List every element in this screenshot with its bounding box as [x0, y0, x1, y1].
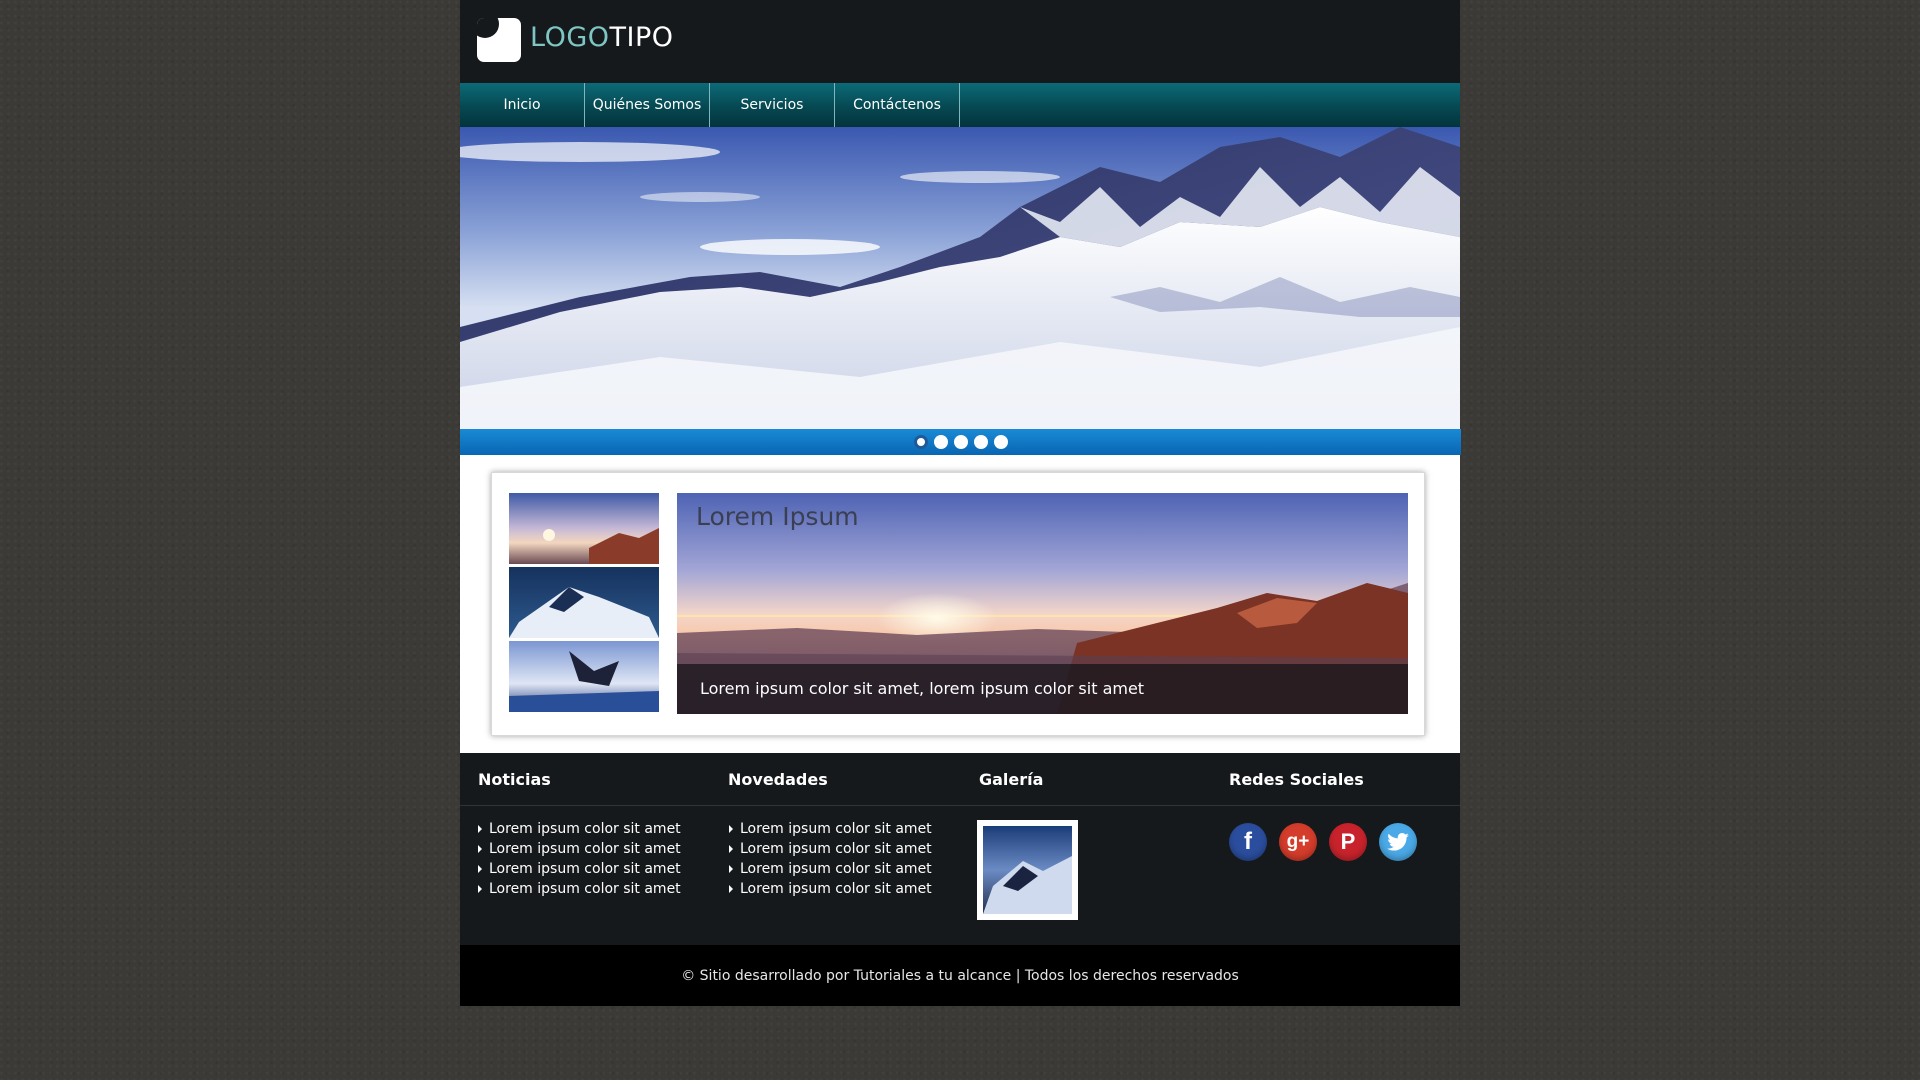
- feature-title: Lorem Ipsum: [696, 502, 859, 531]
- feature-main-image[interactable]: Lorem Ipsum Lorem ipsum color sit amet, …: [677, 493, 1408, 714]
- redes-sociales-title: Redes Sociales: [1229, 770, 1364, 789]
- copyright-bar: © Sitio desarrollado por Tutoriales a tu…: [460, 945, 1460, 1006]
- ice-mountain-thumbnail-image: [509, 567, 659, 638]
- slider-dot-1[interactable]: [914, 435, 928, 449]
- slider-dot-2[interactable]: [934, 435, 948, 449]
- nav-inicio[interactable]: Inicio: [460, 83, 585, 127]
- google-plus-icon[interactable]: g+: [1279, 823, 1317, 861]
- list-item[interactable]: Lorem ipsum color sit amet: [729, 859, 932, 879]
- gallery-thumbnail[interactable]: [977, 820, 1078, 920]
- gallery-image: [983, 826, 1072, 914]
- nav-contactenos[interactable]: Contáctenos: [835, 83, 960, 127]
- feature-card: Lorem Ipsum Lorem ipsum color sit amet, …: [491, 472, 1425, 736]
- bullet-icon: [478, 865, 482, 873]
- novedades-list: Lorem ipsum color sit amet Lorem ipsum c…: [729, 819, 932, 899]
- list-item[interactable]: Lorem ipsum color sit amet: [729, 839, 932, 859]
- list-item[interactable]: Lorem ipsum color sit amet: [478, 879, 681, 899]
- glacier-thumbnail-image: [509, 641, 659, 712]
- bullet-icon: [729, 845, 733, 853]
- slider-dot-5[interactable]: [994, 435, 1008, 449]
- list-item[interactable]: Lorem ipsum color sit amet: [729, 819, 932, 839]
- logo-text-part1: LOGO: [530, 22, 610, 53]
- slider-pagination: [460, 429, 1461, 455]
- footer-divider: [460, 805, 1460, 806]
- slider-dot-3[interactable]: [954, 435, 968, 449]
- slider-dot-4[interactable]: [974, 435, 988, 449]
- list-item[interactable]: Lorem ipsum color sit amet: [478, 819, 681, 839]
- bullet-icon: [729, 865, 733, 873]
- bullet-icon: [729, 825, 733, 833]
- copyright-text: © Sitio desarrollado por Tutoriales a tu…: [681, 967, 1239, 984]
- snowy-mountains-image: [460, 127, 1460, 429]
- list-item[interactable]: Lorem ipsum color sit amet: [478, 839, 681, 859]
- site-container: LOGOTIPO Inicio Quiénes Somos Servicios …: [460, 0, 1461, 1006]
- feature-section: Lorem Ipsum Lorem ipsum color sit amet, …: [460, 455, 1460, 753]
- twitter-icon[interactable]: [1379, 823, 1417, 861]
- nav-quienes-somos[interactable]: Quiénes Somos: [585, 83, 710, 127]
- facebook-icon[interactable]: f: [1229, 823, 1267, 861]
- thumbnail-sunset[interactable]: [509, 493, 659, 564]
- nav-servicios[interactable]: Servicios: [710, 83, 835, 127]
- header: LOGOTIPO: [460, 0, 1460, 83]
- bullet-icon: [478, 845, 482, 853]
- noticias-list: Lorem ipsum color sit amet Lorem ipsum c…: [478, 819, 681, 899]
- logo[interactable]: LOGOTIPO: [530, 22, 674, 53]
- feature-caption-bar: Lorem ipsum color sit amet, lorem ipsum …: [677, 664, 1408, 714]
- logo-text-part2: TIPO: [609, 22, 674, 53]
- list-item[interactable]: Lorem ipsum color sit amet: [729, 879, 932, 899]
- thumbnail-glacier[interactable]: [509, 641, 659, 712]
- sunset-thumbnail-image: [509, 493, 659, 564]
- footer: Noticias Novedades Galería Redes Sociale…: [460, 753, 1460, 945]
- feature-caption-text: Lorem ipsum color sit amet, lorem ipsum …: [700, 679, 1145, 698]
- pinterest-icon[interactable]: P: [1329, 823, 1367, 861]
- noticias-title: Noticias: [478, 770, 551, 789]
- logo-icon[interactable]: [477, 18, 521, 62]
- bullet-icon: [478, 885, 482, 893]
- novedades-title: Novedades: [728, 770, 828, 789]
- thumbnail-ice-mountain[interactable]: [509, 567, 659, 638]
- bullet-icon: [729, 885, 733, 893]
- main-nav: Inicio Quiénes Somos Servicios Contácten…: [460, 83, 1460, 127]
- galeria-title: Galería: [979, 770, 1044, 789]
- list-item[interactable]: Lorem ipsum color sit amet: [478, 859, 681, 879]
- bullet-icon: [478, 825, 482, 833]
- hero-slider-image: [460, 127, 1460, 429]
